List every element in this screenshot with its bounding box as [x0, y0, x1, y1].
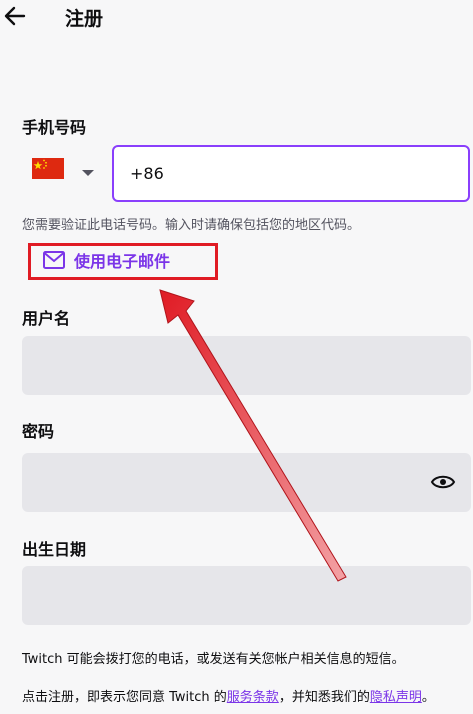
terms-prefix: 点击注册，即表示您同意 Twitch 的: [22, 690, 227, 705]
back-arrow-icon: [4, 6, 26, 26]
use-email-link[interactable]: 使用电子邮件: [42, 248, 170, 272]
terms-middle: ，并知悉我们的: [278, 690, 370, 705]
terms-notice: 点击注册，即表示您同意 Twitch 的服务条款，并知悉我们的隐私声明。: [22, 686, 435, 705]
back-button[interactable]: [2, 4, 28, 28]
page-title: 注册: [65, 8, 104, 30]
birthdate-input[interactable]: [22, 566, 471, 625]
country-selector[interactable]: [32, 158, 64, 179]
toggle-password-visibility-button[interactable]: [430, 470, 456, 494]
country-dropdown-toggle[interactable]: [82, 163, 94, 176]
china-flag-icon: [32, 158, 64, 179]
header: 注册: [0, 0, 473, 36]
phone-input[interactable]: [112, 145, 470, 202]
signup-page: 注册 手机号码 您需要验证此电话号码。输入时请确保包括您的地区代码。 使用电子邮…: [0, 0, 473, 714]
sms-notice: Twitch 可能会拨打您的电话，或发送有关您帐户相关信息的短信。: [22, 652, 405, 667]
mail-icon: [43, 251, 65, 269]
terms-suffix: 。: [421, 690, 435, 705]
privacy-notice-link[interactable]: 隐私声明: [370, 690, 422, 705]
phone-label: 手机号码: [22, 118, 87, 137]
terms-of-service-link[interactable]: 服务条款: [227, 690, 279, 705]
phone-hint: 您需要验证此电话号码。输入时请确保包括您的地区代码。: [22, 218, 361, 233]
chevron-down-icon: [82, 170, 94, 176]
password-label: 密码: [22, 422, 55, 441]
username-input[interactable]: [22, 336, 471, 395]
password-input[interactable]: [22, 453, 471, 512]
birthdate-label: 出生日期: [22, 540, 87, 559]
eye-icon: [430, 475, 456, 489]
username-label: 用户名: [22, 309, 71, 328]
use-email-label: 使用电子邮件: [74, 252, 171, 271]
